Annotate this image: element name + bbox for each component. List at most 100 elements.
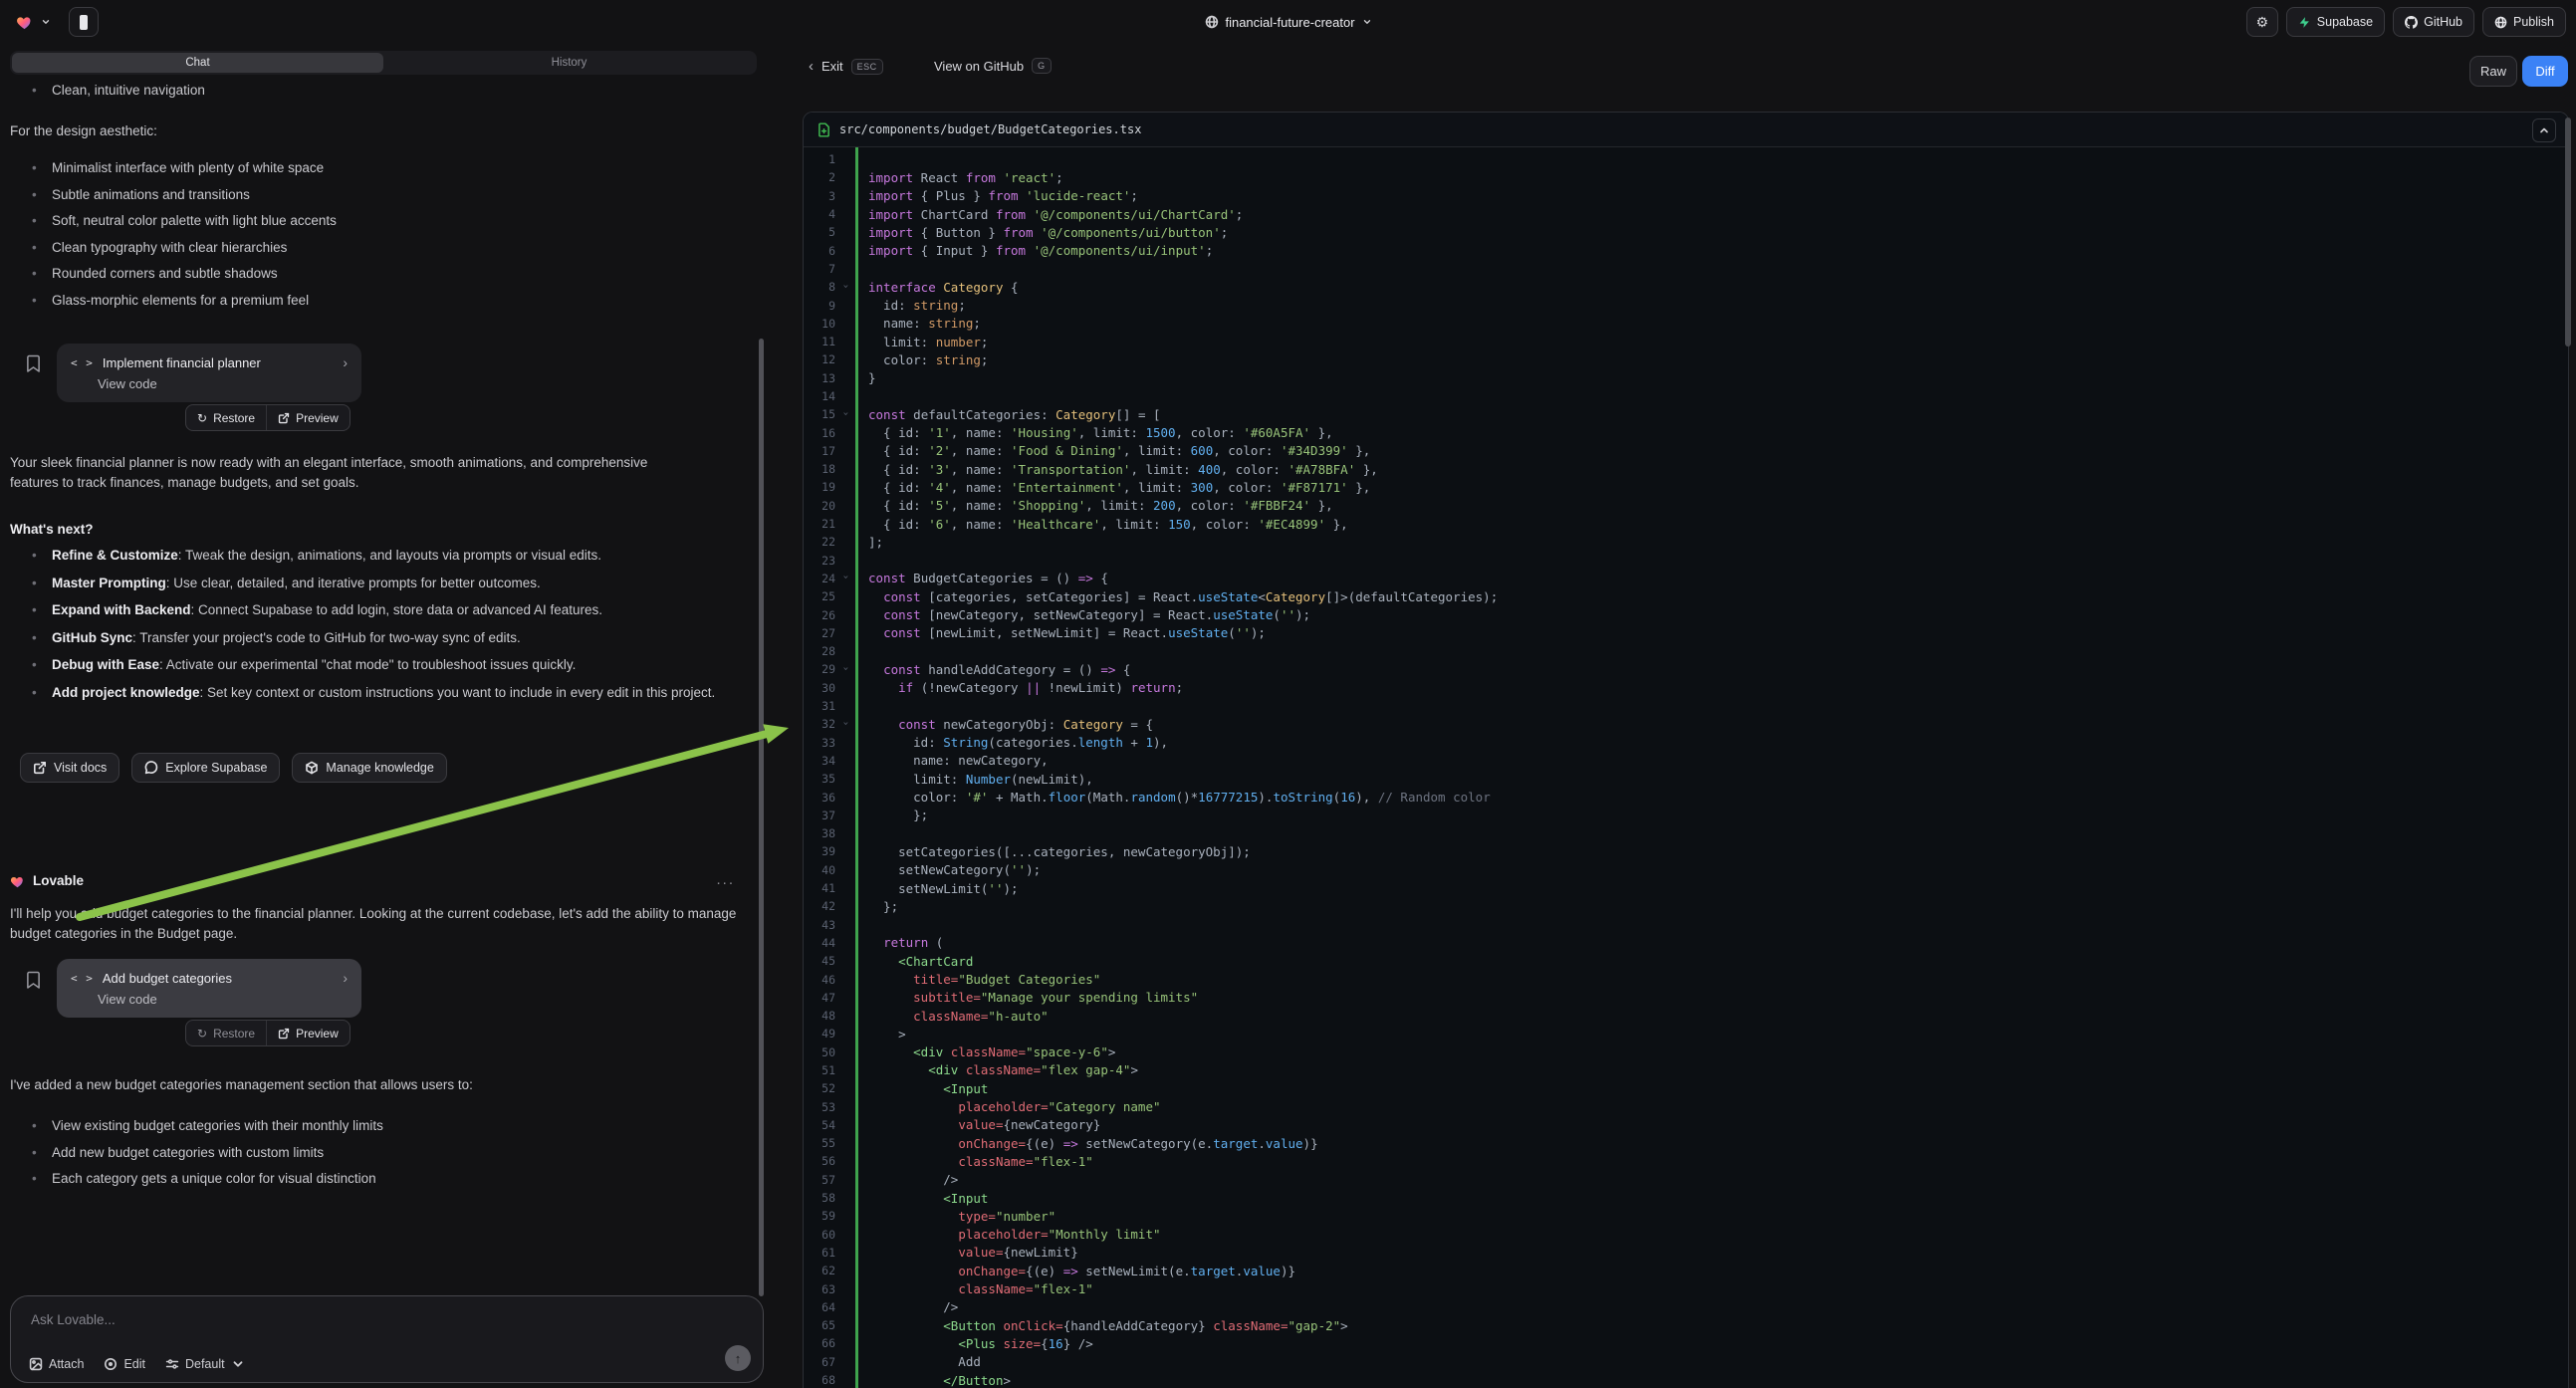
chat-composer[interactable]: Ask Lovable... Attach Edit bbox=[10, 1295, 764, 1383]
line-number: 6 bbox=[804, 244, 835, 258]
list-item: Refine & Customize: Tweak the design, an… bbox=[10, 547, 759, 565]
supabase-button[interactable]: Supabase bbox=[2286, 7, 2385, 37]
line-number: 30 bbox=[804, 681, 835, 695]
restore-button[interactable]: ↻ Restore bbox=[186, 1021, 266, 1045]
code-text: import { Input } from '@/components/ui/i… bbox=[855, 243, 1213, 258]
restore-button[interactable]: ↻ Restore bbox=[186, 405, 266, 430]
settings-button[interactable]: ⚙ bbox=[2246, 7, 2278, 37]
edit-button[interactable]: Edit bbox=[104, 1357, 145, 1371]
project-switcher[interactable]: financial-future-creator bbox=[1204, 0, 1371, 44]
send-button[interactable]: ↑ bbox=[725, 1345, 751, 1371]
line-number: 61 bbox=[804, 1246, 835, 1260]
line-number: 64 bbox=[804, 1300, 835, 1314]
tab-chat[interactable]: Chat bbox=[12, 53, 383, 73]
diff-added-bar bbox=[855, 147, 858, 1388]
message-menu-button[interactable]: ... bbox=[716, 871, 735, 888]
fold-chevron-icon[interactable]: › bbox=[835, 719, 855, 730]
fold-chevron-icon[interactable]: › bbox=[835, 282, 855, 293]
version-card-add-budget-categories[interactable]: < > Add budget categories › View code bbox=[57, 959, 361, 1018]
code-icon: < > bbox=[71, 356, 94, 369]
line-number: 36 bbox=[804, 791, 835, 805]
target-icon bbox=[104, 1357, 117, 1371]
code-line: 66 <Plus size={16} /> bbox=[804, 1334, 2568, 1352]
supabase-label: Supabase bbox=[2317, 15, 2373, 29]
fold-chevron-icon[interactable]: › bbox=[835, 664, 855, 675]
code-line: 8›interface Category { bbox=[804, 278, 2568, 296]
code-text: const BudgetCategories = () => { bbox=[855, 571, 1108, 585]
line-number: 47 bbox=[804, 991, 835, 1005]
view-code-link[interactable]: View code bbox=[98, 992, 348, 1007]
fold-chevron-icon[interactable]: › bbox=[835, 573, 855, 583]
panel-icon bbox=[80, 15, 88, 30]
line-number: 50 bbox=[804, 1045, 835, 1059]
line-number: 62 bbox=[804, 1264, 835, 1277]
preview-button[interactable]: Preview bbox=[266, 1021, 350, 1045]
code-line: 53 placeholder="Category name" bbox=[804, 1097, 2568, 1115]
github-button[interactable]: GitHub bbox=[2393, 7, 2474, 37]
bookmark-icon[interactable] bbox=[26, 354, 41, 372]
view-code-link[interactable]: View code bbox=[98, 376, 348, 391]
visit-docs-button[interactable]: Visit docs bbox=[20, 753, 119, 783]
code-line: 34 name: newCategory, bbox=[804, 752, 2568, 770]
assistant-intro: I'll help you add budget categories to t… bbox=[10, 904, 745, 943]
list-item: Minimalist interface with plenty of whit… bbox=[10, 159, 757, 176]
publish-button[interactable]: Publish bbox=[2482, 7, 2566, 37]
chevron-left-icon: ‹ bbox=[809, 58, 814, 75]
code-text: <div className="flex gap-4"> bbox=[855, 1062, 1138, 1077]
code-text: import { Plus } from 'lucide-react'; bbox=[855, 188, 1138, 203]
code-line: 10 name: string; bbox=[804, 315, 2568, 333]
exit-button[interactable]: ‹ Exit ESC bbox=[809, 58, 883, 75]
code-line: 49 > bbox=[804, 1025, 2568, 1042]
exit-label: Exit bbox=[821, 59, 843, 74]
file-path: src/components/budget/BudgetCategories.t… bbox=[839, 122, 1141, 136]
line-number: 52 bbox=[804, 1081, 835, 1095]
line-number: 11 bbox=[804, 335, 835, 348]
line-number: 8 bbox=[804, 280, 835, 294]
explore-supabase-label: Explore Supabase bbox=[165, 761, 267, 775]
added-bullet-list: View existing budget categories with the… bbox=[10, 1117, 757, 1197]
list-item: Clean, intuitive navigation bbox=[10, 82, 757, 99]
code-text: const newCategoryObj: Category = { bbox=[855, 717, 1153, 732]
item-text: : Connect Supabase to add login, store d… bbox=[191, 602, 603, 617]
quick-actions-row: Visit docs Explore Supabase Manage knowl… bbox=[20, 753, 767, 783]
code-line: 12 color: string; bbox=[804, 350, 2568, 368]
attach-button[interactable]: Attach bbox=[29, 1357, 84, 1371]
line-number: 17 bbox=[804, 444, 835, 458]
explore-supabase-button[interactable]: Explore Supabase bbox=[131, 753, 280, 783]
line-number: 22 bbox=[804, 535, 835, 549]
mode-selector[interactable]: Default bbox=[165, 1357, 245, 1371]
view-on-github-button[interactable]: View on GitHub G bbox=[934, 58, 1052, 74]
code-scrollbar-thumb[interactable] bbox=[2565, 117, 2571, 347]
bookmark-icon[interactable] bbox=[26, 971, 41, 989]
file-header[interactable]: src/components/budget/BudgetCategories.t… bbox=[804, 113, 2568, 147]
code-line: 56 className="flex-1" bbox=[804, 1152, 2568, 1170]
item-text: : Tweak the design, animations, and layo… bbox=[178, 548, 601, 563]
code-line: 36 color: '#' + Math.floor(Math.random()… bbox=[804, 788, 2568, 806]
line-number: 24 bbox=[804, 572, 835, 585]
code-line: 15›const defaultCategories: Category[] =… bbox=[804, 405, 2568, 423]
line-number: 7 bbox=[804, 262, 835, 276]
diff-toggle-button[interactable]: Diff bbox=[2522, 56, 2568, 87]
toggle-sidebar-button[interactable] bbox=[69, 7, 99, 37]
code-text: onChange={(e) => setNewLimit(e.target.va… bbox=[855, 1264, 1295, 1278]
topbar-right: ⚙ Supabase GitHub Publish bbox=[2246, 0, 2566, 44]
fold-chevron-icon[interactable]: › bbox=[835, 409, 855, 420]
code-editor[interactable]: 12import React from 'react';3import { Pl… bbox=[804, 147, 2568, 1388]
line-number: 44 bbox=[804, 936, 835, 950]
version-card-implement-financial-planner[interactable]: < > Implement financial planner › View c… bbox=[57, 344, 361, 402]
code-text: limit: number; bbox=[855, 335, 988, 349]
lovable-logo-icon[interactable] bbox=[16, 14, 33, 30]
raw-toggle-button[interactable]: Raw bbox=[2469, 56, 2517, 87]
chat-scrollbar-thumb[interactable] bbox=[759, 339, 764, 1296]
manage-knowledge-button[interactable]: Manage knowledge bbox=[292, 753, 446, 783]
code-text: const [newLimit, setNewLimit] = React.us… bbox=[855, 625, 1266, 640]
item-bold: Add project knowledge bbox=[52, 685, 200, 700]
chevron-down-icon[interactable] bbox=[41, 17, 51, 27]
item-text: : Set key context or custom instructions… bbox=[200, 685, 716, 700]
image-icon bbox=[29, 1357, 43, 1371]
collapse-file-button[interactable] bbox=[2532, 118, 2556, 142]
preview-button[interactable]: Preview bbox=[266, 405, 350, 430]
list-item: Debug with Ease: Activate our experiment… bbox=[10, 656, 759, 674]
chevron-down-icon bbox=[231, 1357, 245, 1371]
tab-history[interactable]: History bbox=[383, 53, 755, 73]
